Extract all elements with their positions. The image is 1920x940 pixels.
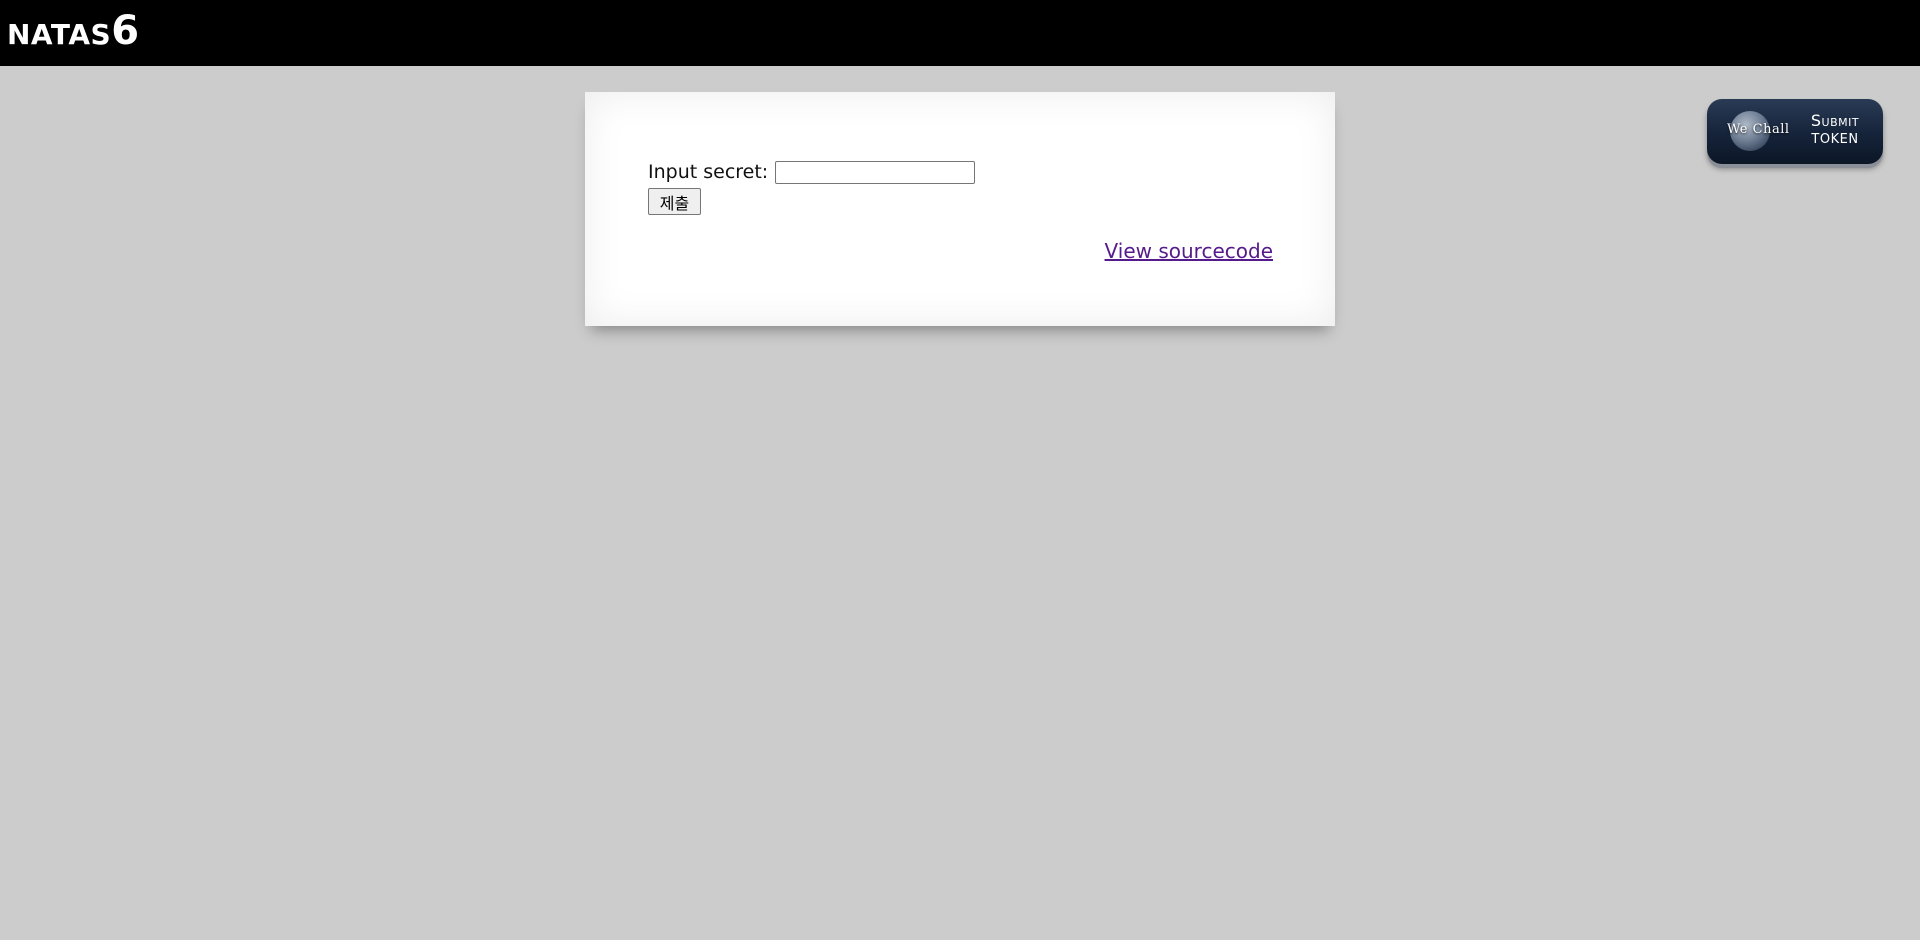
submit-token-line2: TOKEN: [1811, 132, 1859, 147]
submit-button[interactable]: 제출: [648, 188, 701, 215]
wechall-logo-text: We Chall: [1727, 122, 1790, 137]
page-title-text: NATAS: [7, 18, 112, 51]
secret-input[interactable]: [775, 160, 976, 184]
submit-token-button[interactable]: We Chall Submit TOKEN: [1707, 99, 1883, 164]
header-bar: NATAS6: [0, 0, 1920, 66]
page-title-level: 6: [111, 8, 140, 54]
page-title: NATAS6: [7, 8, 140, 54]
secret-form-row: Input secret:: [648, 158, 976, 186]
submit-token-label: Submit TOKEN: [1795, 111, 1875, 149]
view-sourcecode-link[interactable]: View sourcecode: [1105, 239, 1273, 263]
secret-label: Input secret:: [648, 161, 769, 183]
content-card: Input secret: 제출 View sourcecode: [585, 92, 1335, 326]
submit-token-line1: Submit: [1810, 111, 1860, 130]
